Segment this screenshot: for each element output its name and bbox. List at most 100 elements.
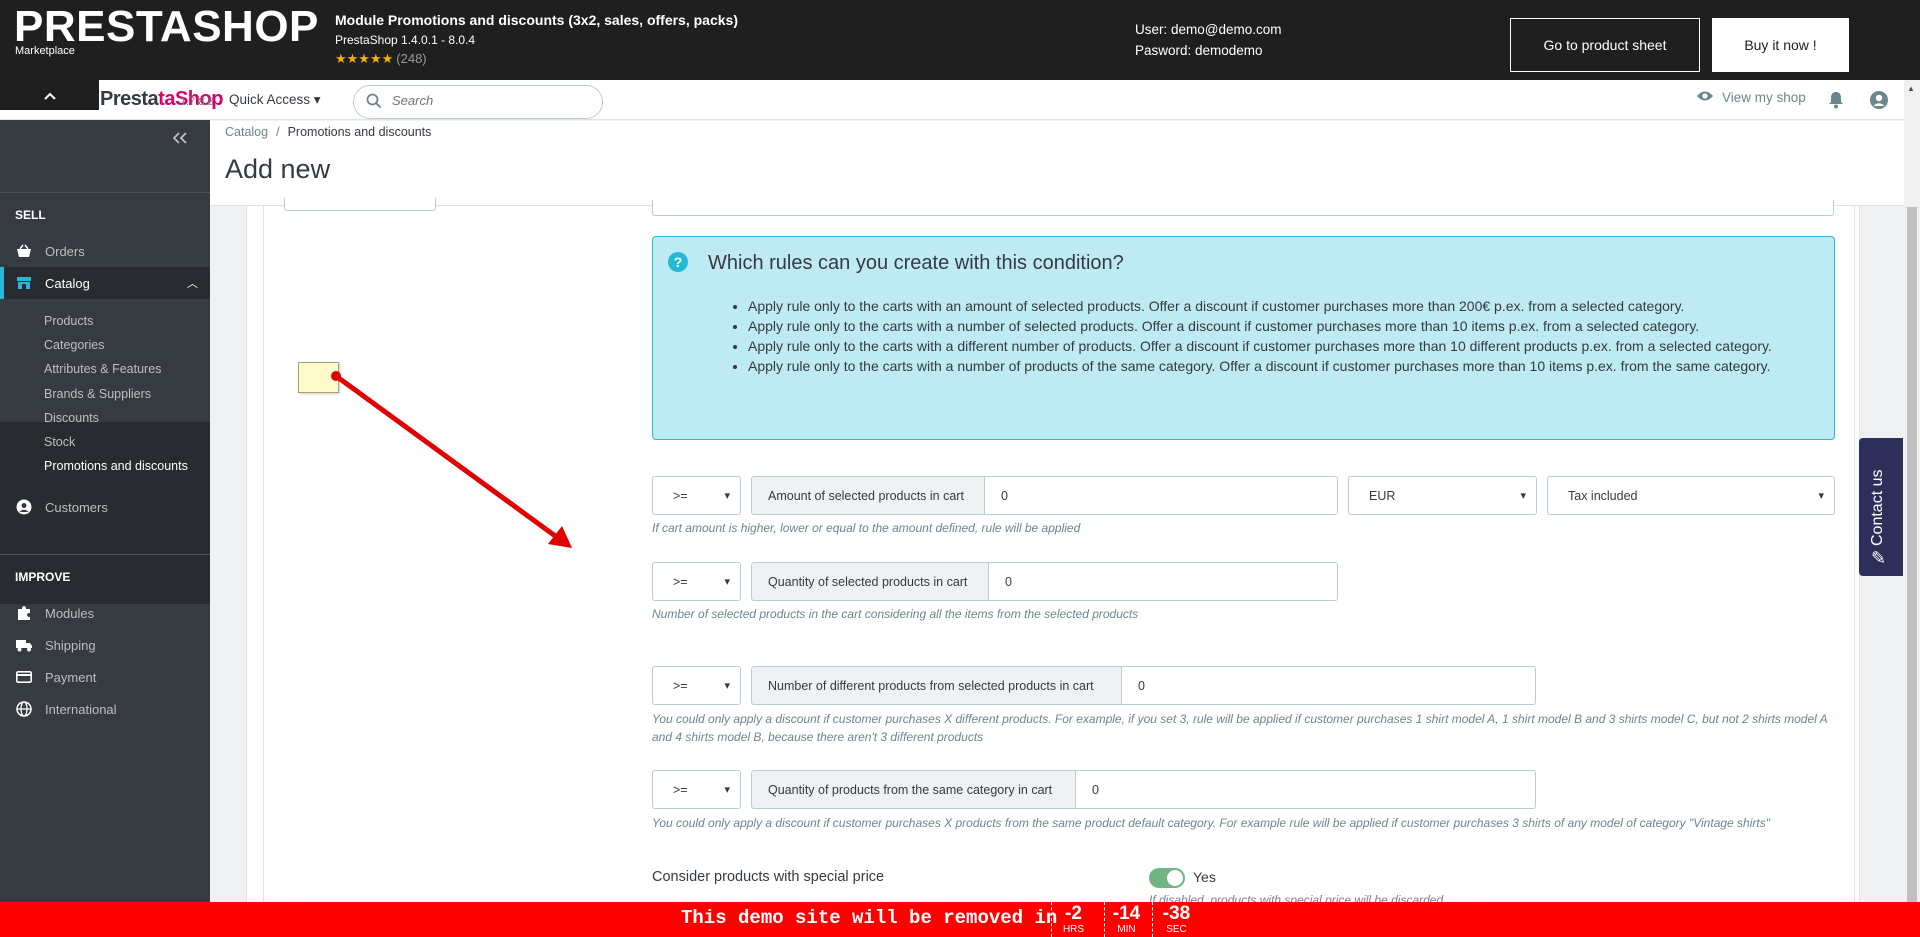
sidebar-item-catalog[interactable]: Catalog ︿ — [0, 267, 210, 299]
breadcrumb: Catalog / Promotions and discounts — [225, 125, 431, 139]
amount-input[interactable]: 0 — [985, 476, 1338, 515]
chevron-down-icon: ▾ — [724, 784, 730, 796]
demo-countdown-bar: This demo site will be removed in -2 HRS… — [0, 902, 1920, 937]
countdown-hours-value: -2 — [1065, 903, 1082, 924]
chevron-down-icon: ▾ — [1520, 490, 1526, 502]
info-list: Apply rule only to the carts with an amo… — [748, 296, 1808, 376]
different-operator-select[interactable]: >= ▾ — [652, 666, 741, 705]
sidebar-item-payment[interactable]: Payment — [0, 661, 210, 693]
scroll-thumb[interactable] — [1907, 207, 1917, 902]
info-list-item: Apply rule only to the carts with a diff… — [748, 336, 1808, 356]
sidebar-item-customers[interactable]: Customers — [0, 491, 210, 523]
prestashop-logo[interactable]: PRESTASHOP — [14, 4, 319, 50]
info-list-item: Apply rule only to the carts with an amo… — [748, 296, 1808, 316]
special-price-toggle-value: Yes — [1193, 869, 1216, 885]
chevron-down-icon: ▾ — [724, 490, 730, 502]
breadcrumb-current[interactable]: Promotions and discounts — [288, 125, 432, 139]
sidebar-sub-discounts[interactable]: Discounts — [44, 411, 99, 425]
contact-us-tab[interactable]: Contact us ✎ — [1859, 438, 1903, 576]
chevron-down-icon: ▾ — [724, 680, 730, 692]
special-price-label: Consider products with special price — [652, 869, 885, 885]
sidebar: SELL Orders Catalog ︿ Products Categorie… — [0, 120, 210, 902]
scroll-up-arrow-icon[interactable]: ▲ — [1907, 84, 1915, 93]
sidebar-item-modules[interactable]: Modules — [0, 597, 210, 629]
sidebar-sub-categories[interactable]: Categories — [44, 338, 104, 352]
sidebar-item-label: Catalog — [45, 275, 90, 291]
marketplace-label: Marketplace — [15, 45, 75, 57]
select-value: Tax included — [1568, 488, 1638, 503]
select-value: >= — [673, 574, 688, 589]
sidebar-divider — [0, 192, 210, 193]
sidebar-item-label: Customers — [45, 499, 108, 515]
sidebar-item-orders[interactable]: Orders — [0, 235, 210, 267]
amount-addon-label: Amount of selected products in cart — [751, 476, 985, 515]
buy-it-now-button[interactable]: Buy it now ! — [1712, 18, 1849, 72]
collapse-demo-bar-button[interactable] — [0, 80, 99, 110]
credit-card-icon — [15, 671, 33, 683]
currency-select[interactable]: EUR ▾ — [1348, 476, 1537, 515]
question-circle-icon: ? — [668, 252, 688, 272]
chevron-up-icon — [43, 87, 56, 103]
different-input[interactable]: 0 — [1122, 666, 1536, 705]
sidebar-section-sell: SELL — [15, 208, 46, 222]
quantity-input[interactable]: 0 — [989, 562, 1338, 601]
sidebar-sub-products[interactable]: Products — [44, 314, 93, 328]
sidebar-sub-stock[interactable]: Stock — [44, 435, 75, 449]
caret-down-icon: ▾ — [313, 92, 321, 107]
search-box[interactable] — [353, 85, 603, 119]
basket-icon — [15, 244, 33, 258]
page-scrollbar[interactable]: ▲ — [1904, 80, 1920, 902]
sidebar-item-label: International — [45, 701, 117, 717]
left-field-stub[interactable] — [284, 198, 436, 211]
countdown-minutes-value: -14 — [1112, 903, 1141, 924]
demo-user: User: demo@demo.com — [1135, 22, 1282, 37]
ps-version: 1.7.8.8 — [180, 96, 214, 108]
user-circle-icon — [15, 499, 33, 515]
notifications-bell-icon[interactable] — [1828, 91, 1844, 112]
countdown-seconds-unit: SEC — [1166, 924, 1187, 935]
sidebar-sub-promotions[interactable]: Promotions and discounts — [44, 459, 188, 473]
same-category-input[interactable]: 0 — [1076, 770, 1536, 809]
sidebar-item-label: Orders — [45, 243, 85, 259]
sidebar-item-label: Shipping — [45, 637, 96, 653]
page-header: Catalog / Promotions and discounts Add new — [210, 121, 1904, 206]
sidebar-item-label: Payment — [45, 669, 97, 685]
countdown-hours: -2 HRS — [1051, 902, 1095, 937]
module-rating: ★★★★★ (248) — [335, 51, 738, 67]
select-value: EUR — [1369, 488, 1396, 503]
sidebar-section-improve: IMPROVE — [15, 570, 71, 584]
sidebar-sub-attributes[interactable]: Attributes & Features — [44, 362, 161, 376]
countdown-minutes-unit: MIN — [1117, 924, 1136, 935]
select-value: >= — [673, 678, 688, 693]
view-my-shop-link[interactable]: View my shop — [1696, 90, 1806, 105]
collapse-sidebar-icon[interactable] — [172, 131, 187, 149]
quantity-operator-select[interactable]: >= ▾ — [652, 562, 741, 601]
quick-access-label: Quick Access — [229, 92, 311, 107]
truck-icon — [15, 638, 33, 652]
info-title: Which rules can you create with this con… — [708, 252, 1124, 274]
quick-access-dropdown[interactable]: Quick Access ▾ — [229, 92, 321, 108]
user-account-icon[interactable] — [1869, 90, 1889, 113]
countdown-hours-unit: HRS — [1062, 924, 1085, 935]
countdown-minutes: -14 MIN — [1104, 902, 1148, 937]
pencil-icon: ✎ — [1871, 548, 1887, 568]
breadcrumb-catalog[interactable]: Catalog — [225, 125, 268, 139]
demo-credentials: User: demo@demo.com Pasword: demodemo — [1135, 19, 1282, 61]
sidebar-item-shipping[interactable]: Shipping — [0, 629, 210, 661]
globe-icon — [15, 701, 33, 717]
go-to-product-sheet-button[interactable]: Go to product sheet — [1510, 18, 1700, 72]
same-category-operator-select[interactable]: >= ▾ — [652, 770, 741, 809]
puzzle-icon — [15, 605, 33, 621]
top-field-stub[interactable] — [652, 200, 1834, 216]
rating-count: (248) — [396, 51, 427, 66]
contact-us-label: Contact us — [1869, 469, 1886, 546]
module-versions: PrestaShop 1.4.0.1 - 8.0.4 — [335, 33, 476, 47]
search-input[interactable] — [392, 93, 592, 108]
view-my-shop-label: View my shop — [1722, 90, 1806, 105]
demo-password: Pasword: demodemo — [1135, 43, 1263, 58]
sidebar-sub-brands[interactable]: Brands & Suppliers — [44, 387, 151, 401]
amount-operator-select[interactable]: >= ▾ — [652, 476, 741, 515]
tax-select[interactable]: Tax included ▾ — [1547, 476, 1835, 515]
special-price-toggle[interactable] — [1149, 868, 1185, 888]
sidebar-item-international[interactable]: International — [0, 693, 210, 725]
